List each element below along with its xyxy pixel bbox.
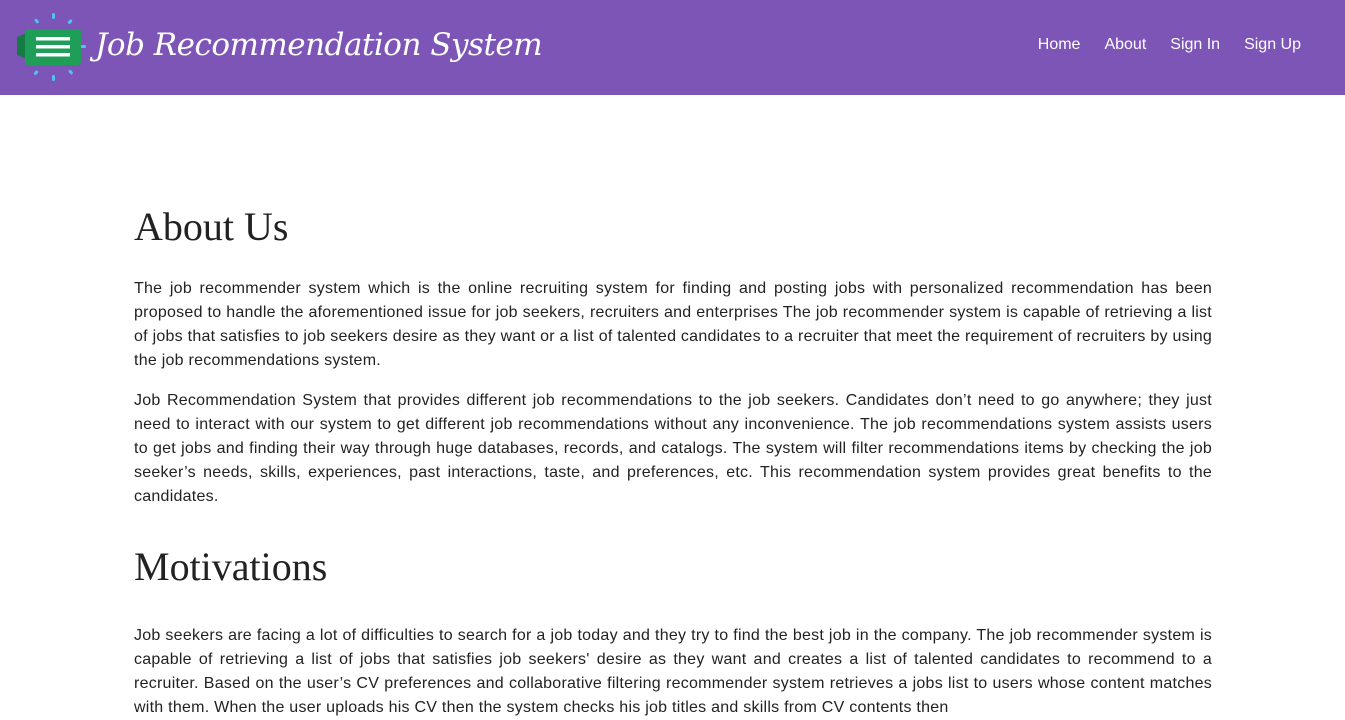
about-section: About Us The job recommender system whic… — [134, 207, 1212, 509]
main-content: About Us The job recommender system whic… — [134, 95, 1212, 720]
motivations-heading: Motivations — [134, 544, 328, 589]
motivations-section: Motivations Job seekers are facing a lot… — [134, 547, 1212, 720]
nav-sign-in-link[interactable]: Sign In — [1170, 36, 1220, 54]
about-paragraph-1: The job recommender system which is the … — [134, 280, 1212, 369]
main-nav: Home About Sign In Sign Up — [1014, 36, 1301, 54]
nav-sign-up-link[interactable]: Sign Up — [1244, 36, 1301, 54]
nav-home-link[interactable]: Home — [1038, 36, 1081, 54]
about-heading: About Us — [134, 204, 289, 249]
menu-lines-icon — [15, 13, 87, 83]
brand-title: Job Recommendation System — [95, 26, 543, 63]
nav-about-link[interactable]: About — [1104, 36, 1146, 54]
about-paragraph-2: Job Recommendation System that provides … — [134, 392, 1212, 505]
navbar: Job Recommendation System Home About Sig… — [0, 0, 1345, 95]
brand[interactable]: Job Recommendation System — [15, 13, 543, 83]
motivations-paragraph-1: Job seekers are facing a lot of difficul… — [134, 627, 1212, 716]
